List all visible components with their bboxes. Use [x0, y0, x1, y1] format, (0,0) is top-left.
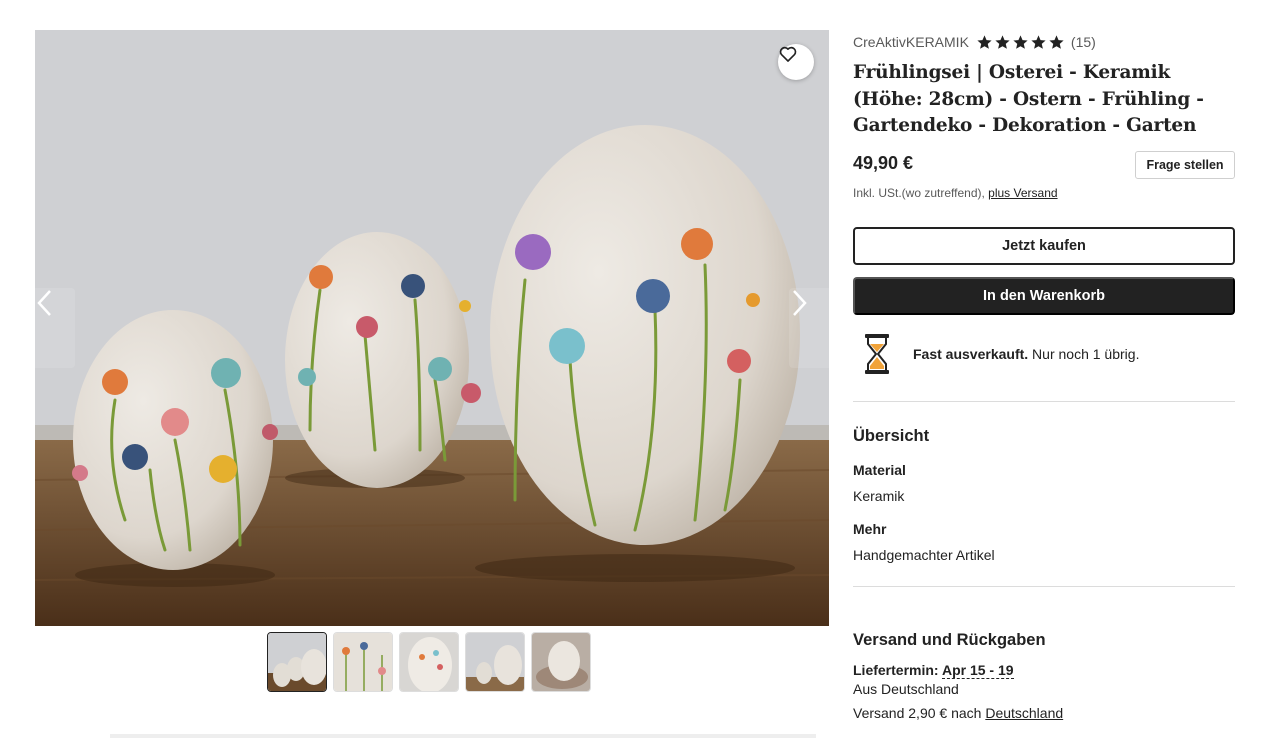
review-count[interactable]: (15)	[1071, 34, 1096, 50]
thumbnail-image	[400, 633, 458, 691]
thumbnail-5[interactable]	[531, 632, 591, 692]
overview-heading[interactable]: Übersicht	[853, 427, 1235, 446]
tax-note: Inkl. USt.(wo zutreffend), plus Versand	[853, 186, 1235, 200]
divider	[853, 585, 1235, 587]
stock-text: Fast ausverkauft. Nur noch 1 übrig.	[913, 346, 1139, 362]
delivery-label: Liefertermin:	[853, 661, 942, 678]
thumbnail-image	[466, 633, 524, 691]
star-icon	[1013, 34, 1028, 49]
listing-info-panel: CreAktivKERAMIK (15) Frühlingsei | Oster…	[853, 30, 1235, 721]
destination-country-link[interactable]: Deutschland	[985, 705, 1063, 721]
next-image-button[interactable]	[789, 288, 829, 368]
more-label: Mehr	[853, 520, 887, 537]
chevron-left-icon	[37, 290, 51, 316]
rating-stars[interactable]	[976, 34, 1065, 51]
previous-image-button[interactable]	[35, 288, 75, 368]
thumbnail-image	[334, 633, 392, 691]
main-product-image[interactable]	[35, 30, 829, 626]
more-value: Handgemachter Artikel	[853, 546, 995, 563]
gallery-bottom-border	[110, 734, 816, 738]
shipping-cost-text: Versand 2,90 € nach	[853, 704, 986, 721]
add-to-cart-button[interactable]: In den Warenkorb	[853, 276, 1235, 315]
material-label: Material	[853, 461, 906, 478]
ask-question-button[interactable]: Frage stellen	[1135, 150, 1235, 179]
star-icon	[1031, 34, 1046, 49]
stock-rest: Nur noch 1 übrig.	[1028, 345, 1140, 362]
thumbnail-4[interactable]	[465, 632, 525, 692]
thumbnail-2[interactable]	[333, 632, 393, 692]
plus-shipping-link[interactable]: plus Versand	[988, 186, 1057, 200]
stock-bold: Fast ausverkauft.	[913, 345, 1029, 362]
favorite-button[interactable]	[778, 44, 814, 80]
chevron-right-icon	[793, 290, 807, 316]
star-icon	[977, 34, 992, 49]
shop-name-link[interactable]: CreAktivKERAMIK	[853, 34, 969, 50]
stock-notice: Fast ausverkauft. Nur noch 1 übrig.	[853, 332, 1235, 376]
heart-icon	[779, 46, 797, 62]
thumbnail-image	[268, 633, 326, 691]
buy-now-button[interactable]: Jetzt kaufen	[853, 226, 1235, 265]
listing-title: Frühlingsei | Osterei - Keramik (Höhe: 2…	[853, 62, 1204, 136]
thumbnail-image	[532, 633, 590, 691]
divider	[853, 400, 1235, 402]
thumbnail-3[interactable]	[399, 632, 459, 692]
star-icon	[1049, 34, 1064, 49]
shipping-cost: Versand 2,90 € nach Deutschland	[853, 705, 1235, 721]
hourglass-icon	[865, 333, 889, 374]
delivery-estimate: Liefertermin: Apr 15 - 19	[853, 661, 1235, 679]
material-value: Keramik	[853, 487, 905, 504]
price: 49,90 €	[853, 152, 914, 173]
product-photo	[35, 30, 829, 626]
star-icon	[995, 34, 1010, 49]
price-row: 49,90 € Frage stellen	[853, 147, 1235, 187]
shop-row: CreAktivKERAMIK (15)	[853, 30, 1235, 54]
tax-note-text: Inkl. USt.(wo zutreffend),	[853, 185, 989, 200]
thumbnail-1[interactable]	[267, 632, 327, 692]
delivery-dates[interactable]: Apr 15 - 19	[941, 661, 1014, 679]
shipping-heading[interactable]: Versand und Rückgaben	[853, 631, 1235, 650]
ships-from: Aus Deutschland	[853, 680, 959, 697]
thumbnail-strip	[267, 632, 591, 692]
